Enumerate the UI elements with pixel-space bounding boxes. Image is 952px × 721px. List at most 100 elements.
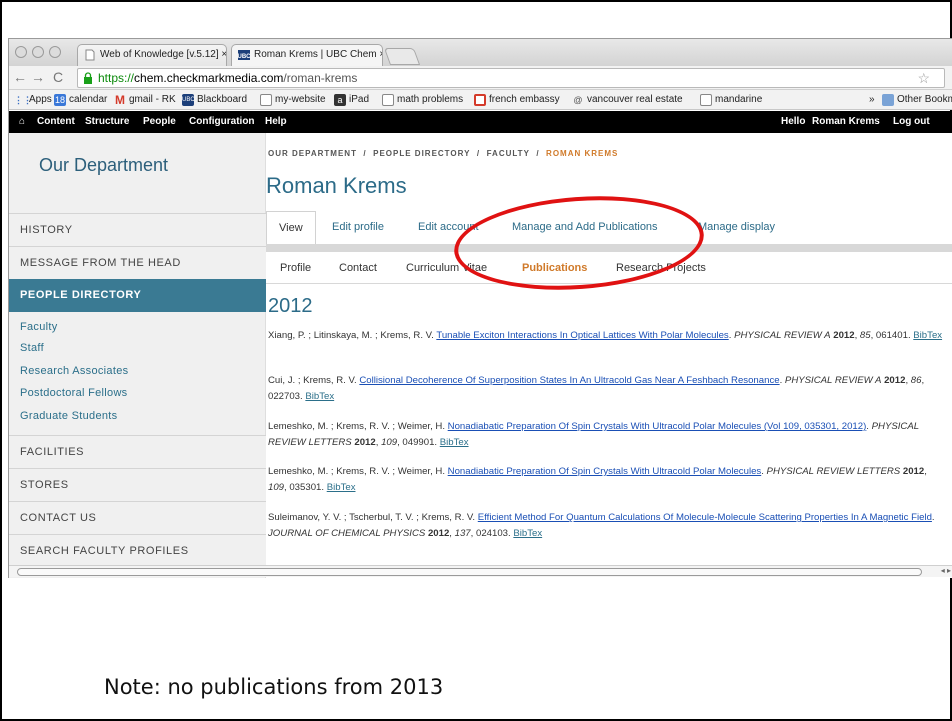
gmail-icon: M bbox=[115, 93, 125, 107]
sidebar-sub-faculty[interactable]: Faculty bbox=[20, 321, 58, 333]
zoom-window-button[interactable] bbox=[49, 46, 61, 58]
bookmark-vancouver-real-estate[interactable]: @ vancouver real estate bbox=[571, 90, 682, 110]
breadcrumb-current: ROMAN KREMS bbox=[546, 149, 619, 158]
page-title: Roman Krems bbox=[266, 173, 407, 198]
browser-toolbar: ← → C https://chem.checkmarkmedia.com/ro… bbox=[9, 66, 952, 90]
breadcrumb-separator: / bbox=[476, 149, 481, 158]
publication-title-link[interactable]: Efficient Method For Quantum Calculation… bbox=[478, 512, 932, 523]
scroll-arrows-icon[interactable]: ◂ ▸ bbox=[941, 566, 951, 575]
calendar-icon: 18 bbox=[54, 94, 66, 106]
tab-edit-account[interactable]: Edit account bbox=[406, 211, 491, 244]
horizontal-scrollbar[interactable]: ◂ ▸ bbox=[9, 565, 952, 577]
tab-edit-profile[interactable]: Edit profile bbox=[320, 211, 396, 244]
forward-arrow-icon[interactable]: → bbox=[29, 69, 47, 85]
slide-note: Note: no publications from 2013 bbox=[104, 675, 444, 699]
publication-title-link[interactable]: Nonadiabatic Preparation Of Spin Crystal… bbox=[448, 421, 867, 432]
tab-view[interactable]: View bbox=[266, 211, 316, 244]
reload-icon[interactable]: C bbox=[49, 69, 67, 85]
sidebar-sub-postdoctoral-fellows[interactable]: Postdoctoral Fellows bbox=[20, 387, 128, 399]
page-icon bbox=[260, 94, 272, 106]
minimize-window-button[interactable] bbox=[32, 46, 44, 58]
apps-grid-icon: ⋮⋮ bbox=[14, 95, 32, 105]
admin-menu-structure[interactable]: Structure bbox=[85, 111, 129, 133]
logout-link[interactable]: Log out bbox=[893, 111, 930, 133]
breadcrumb: OUR DEPARTMENT / PEOPLE DIRECTORY / FACU… bbox=[268, 149, 618, 158]
subtab-publications[interactable]: Publications bbox=[522, 262, 587, 274]
sidebar-item-search-faculty-profiles[interactable]: SEARCH FACULTY PROFILES bbox=[9, 534, 266, 567]
bookmark-french-embassy[interactable]: french embassy bbox=[473, 90, 560, 110]
bookmark-my-website[interactable]: my-website bbox=[259, 90, 326, 110]
page-icon bbox=[700, 94, 712, 106]
bibtex-link[interactable]: BibTex bbox=[305, 391, 334, 402]
breadcrumb-our-department[interactable]: OUR DEPARTMENT bbox=[268, 149, 357, 158]
sidebar-item-facilities[interactable]: FACILITIES bbox=[9, 435, 266, 468]
sidebar-item-people-directory[interactable]: PEOPLE DIRECTORY bbox=[9, 279, 266, 312]
sidebar-item-message-from-head[interactable]: MESSAGE FROM THE HEAD bbox=[9, 246, 266, 279]
sidebar-sub-staff[interactable]: Staff bbox=[20, 342, 44, 354]
tab-bar: Web of Knowledge [v.5.12] × UBC Roman Kr… bbox=[9, 39, 952, 66]
bibtex-link[interactable]: BibTex bbox=[913, 330, 942, 341]
publication-year-heading: 2012 bbox=[268, 295, 313, 317]
subtab-curriculum-vitae[interactable]: Curriculum Vitae bbox=[406, 262, 487, 274]
breadcrumb-separator: / bbox=[536, 149, 540, 158]
bookmark-star-icon[interactable]: ☆ bbox=[917, 69, 930, 87]
sidebar-item-contact-us[interactable]: CONTACT US bbox=[9, 501, 266, 534]
ipad-icon: a bbox=[334, 94, 346, 106]
sidebar-sub-research-associates[interactable]: Research Associates bbox=[20, 365, 128, 377]
publication-item: Lemeshko, M. ; Krems, R. V. ; Weimer, H.… bbox=[268, 466, 927, 493]
new-tab-button[interactable] bbox=[383, 48, 421, 65]
home-icon[interactable]: ⌂ bbox=[19, 111, 25, 133]
breadcrumb-people-directory[interactable]: PEOPLE DIRECTORY bbox=[373, 149, 470, 158]
publication-title-link[interactable]: Nonadiabatic Preparation Of Spin Crystal… bbox=[448, 466, 762, 477]
bookmark-calendar[interactable]: 18 calendar bbox=[53, 90, 107, 110]
url-path: /roman-krems bbox=[283, 71, 358, 85]
sidebar-sub-graduate-students[interactable]: Graduate Students bbox=[20, 410, 117, 422]
close-window-button[interactable] bbox=[15, 46, 27, 58]
bookmark-ipad[interactable]: a iPad bbox=[333, 90, 369, 110]
greeting-name[interactable]: Roman Krems bbox=[812, 111, 880, 133]
sidebar-item-stores[interactable]: STORES bbox=[9, 468, 266, 501]
browser-window: Web of Knowledge [v.5.12] × UBC Roman Kr… bbox=[8, 38, 952, 578]
bookmark-apps[interactable]: ⋮⋮ Apps bbox=[13, 90, 52, 110]
page-icon bbox=[85, 49, 95, 61]
publication-item: Xiang, P. ; Litinskaya, M. ; Krems, R. V… bbox=[268, 330, 943, 341]
subtab-contact[interactable]: Contact bbox=[339, 262, 377, 274]
publication-title-link[interactable]: Collisional Decoherence Of Superposition… bbox=[359, 375, 779, 386]
bibtex-link[interactable]: BibTex bbox=[327, 482, 356, 493]
bookmark-mandarine[interactable]: mandarine bbox=[699, 90, 762, 110]
tab-manage-display[interactable]: Manage display bbox=[686, 211, 787, 244]
admin-menu-people[interactable]: People bbox=[143, 111, 176, 133]
sidebar: Our Department HISTORY MESSAGE FROM THE … bbox=[9, 133, 266, 578]
tab-manage-publications[interactable]: Manage and Add Publications bbox=[500, 211, 670, 244]
publication-title-link[interactable]: Tunable Exciton Interactions In Optical … bbox=[436, 330, 728, 341]
bibtex-link[interactable]: BibTex bbox=[440, 437, 469, 448]
bookmarks-bar: ⋮⋮ Apps 18 calendar Mgmail - RK UBC Blackbo… bbox=[9, 90, 952, 110]
browser-tab-web-of-knowledge[interactable]: Web of Knowledge [v.5.12] × bbox=[77, 44, 227, 66]
bookmark-other[interactable]: Other Bookmarks bbox=[881, 90, 952, 110]
breadcrumb-faculty[interactable]: FACULTY bbox=[487, 149, 530, 158]
admin-toolbar: ⌂ Content Structure People Configuration… bbox=[9, 111, 952, 133]
bookmark-math-problems[interactable]: math problems bbox=[381, 90, 463, 110]
address-bar[interactable]: https://chem.checkmarkmedia.com/roman-kr… bbox=[77, 68, 945, 88]
subtab-profile[interactable]: Profile bbox=[280, 262, 311, 274]
ubc-favicon-icon: UBC bbox=[238, 50, 250, 60]
url-host: chem.checkmarkmedia.com bbox=[134, 71, 284, 85]
admin-menu-content[interactable]: Content bbox=[37, 111, 75, 133]
browser-tab-roman-krems[interactable]: UBC Roman Krems | UBC Chem × bbox=[231, 44, 383, 66]
back-arrow-icon[interactable]: ← bbox=[11, 69, 29, 85]
primary-tabs: View Edit profile Edit account Manage an… bbox=[266, 211, 952, 244]
main-content: OUR DEPARTMENT / PEOPLE DIRECTORY / FACU… bbox=[266, 133, 952, 578]
admin-menu-configuration[interactable]: Configuration bbox=[189, 111, 255, 133]
scrollbar-thumb[interactable] bbox=[17, 568, 922, 576]
sidebar-item-history[interactable]: HISTORY bbox=[9, 213, 266, 246]
realestate-icon: @ bbox=[573, 95, 583, 105]
subtab-research-projects[interactable]: Research Projects bbox=[616, 262, 706, 274]
bookmark-blackboard[interactable]: UBC Blackboard bbox=[181, 90, 247, 110]
lock-icon bbox=[84, 72, 92, 84]
admin-menu-help[interactable]: Help bbox=[265, 111, 287, 133]
bookmark-gmail[interactable]: Mgmail - RK bbox=[113, 90, 176, 110]
more-bookmarks-chevron[interactable]: » bbox=[869, 90, 875, 110]
publication-item: Lemeshko, M. ; Krems, R. V. ; Weimer, H.… bbox=[268, 421, 919, 448]
bibtex-link[interactable]: BibTex bbox=[513, 528, 542, 539]
tab-title: Roman Krems | UBC Chem × bbox=[254, 49, 383, 60]
